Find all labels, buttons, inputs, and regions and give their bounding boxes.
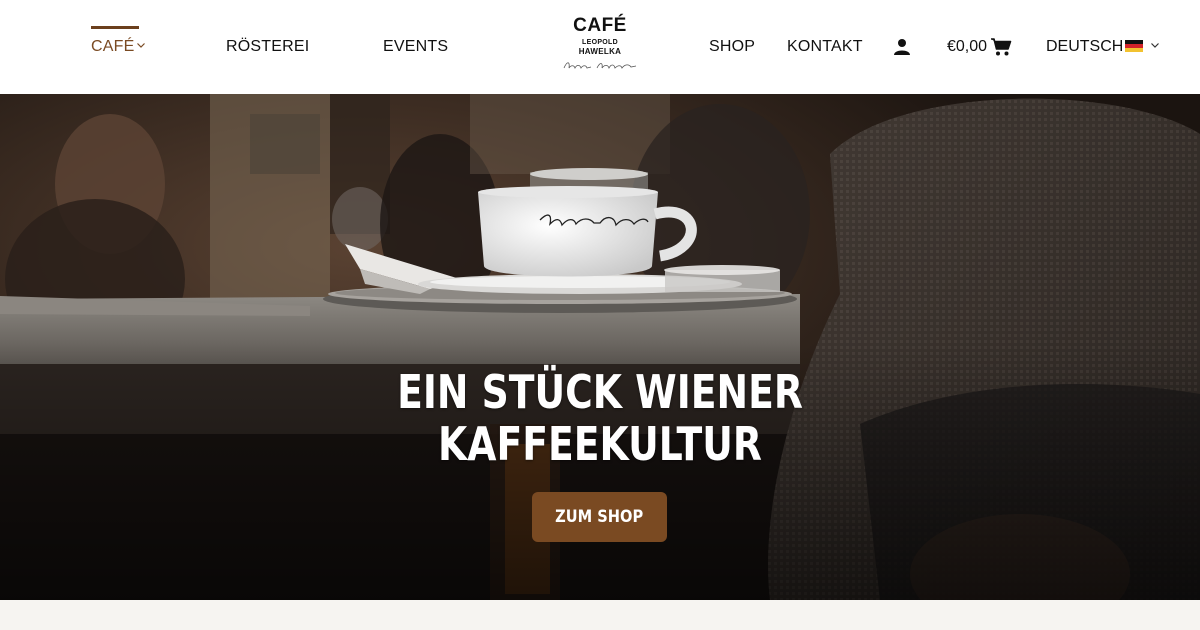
shopping-cart-icon[interactable] [990, 37, 1012, 57]
logo-line1: LEOPOLD [582, 39, 618, 46]
cart-amount[interactable]: €0,00 [947, 36, 987, 58]
language-selector[interactable]: DEUTSCH [1046, 36, 1123, 58]
logo-title: CAFÉ [573, 15, 627, 36]
nav-item-roesterei[interactable]: RÖSTEREI [226, 36, 309, 58]
hero-banner: EIN STÜCK WIENER KAFFEEKULTUR ZUM SHOP [0, 94, 1200, 600]
zum-shop-button[interactable]: ZUM SHOP [532, 492, 667, 542]
hero-title-line2: KAFFEEKULTUR [438, 417, 762, 471]
nav-item-cafe[interactable]: CAFÉ [91, 36, 146, 58]
site-logo[interactable]: CAFÉ LEOPOLD HAWELKA [558, 16, 642, 78]
nav-item-events[interactable]: EVENTS [383, 36, 448, 58]
chevron-down-icon [137, 42, 146, 48]
hero-title: EIN STÜCK WIENER KAFFEEKULTUR [354, 366, 846, 470]
logo-signature [563, 62, 637, 70]
zum-shop-button-label: ZUM SHOP [555, 507, 644, 527]
active-nav-indicator [91, 26, 139, 29]
hero-title-line1: EIN STÜCK WIENER [397, 365, 803, 419]
logo-line2: HAWELKA [578, 47, 622, 56]
user-icon[interactable] [893, 38, 911, 56]
nav-item-kontakt[interactable]: KONTAKT [787, 36, 863, 58]
site-header: CAFÉ RÖSTEREI EVENTS CAFÉ LEOPOLD HAWELK… [0, 0, 1200, 94]
nav-item-shop[interactable]: SHOP [709, 36, 755, 58]
next-section-strip [0, 600, 1200, 630]
chevron-down-icon[interactable] [1150, 40, 1160, 50]
nav-item-cafe-label: CAFÉ [91, 38, 135, 55]
german-flag-icon [1125, 40, 1143, 52]
